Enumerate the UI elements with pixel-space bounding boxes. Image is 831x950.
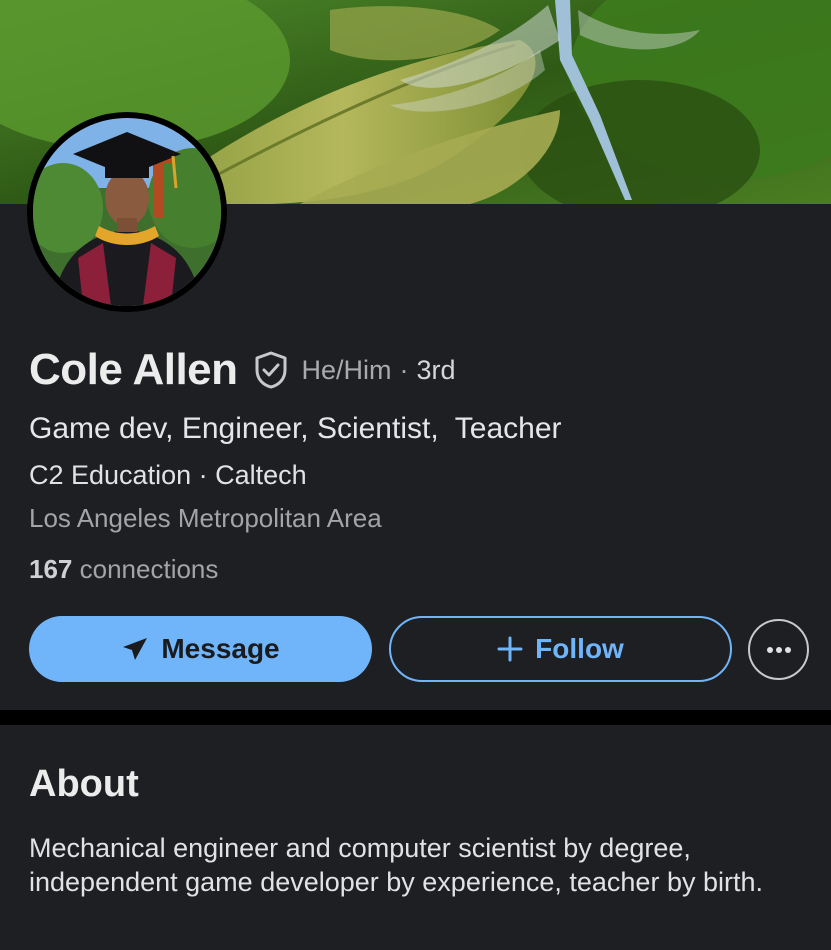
about-text[interactable]: Mechanical engineer and computer scienti… [29, 831, 789, 899]
connection-degree: 3rd [416, 354, 456, 385]
more-horizontal-icon [766, 641, 792, 659]
about-section: About Mechanical engineer and computer s… [0, 725, 831, 950]
message-button[interactable]: Message [29, 616, 372, 682]
message-button-label: Message [161, 633, 280, 664]
profile-avatar[interactable] [27, 112, 227, 312]
connections-label: connections [79, 554, 219, 584]
connections-count[interactable]: 167 connections [29, 554, 218, 585]
profile-organizations[interactable]: C2 Education · Caltech [29, 460, 307, 491]
follow-button[interactable]: Follow [389, 616, 732, 682]
follow-button-label: Follow [535, 633, 624, 664]
pronouns: He/Him [301, 354, 392, 385]
more-options-button[interactable] [748, 619, 809, 680]
about-title: About [29, 763, 139, 805]
name-row: Cole Allen He/Him · 3rd [29, 344, 456, 396]
profile-headline: Game dev, Engineer, Scientist, Teacher [29, 412, 562, 445]
plus-icon [497, 636, 523, 662]
profile-name: Cole Allen [29, 345, 238, 394]
shield-check-icon[interactable] [254, 351, 288, 389]
connections-number: 167 [29, 554, 73, 584]
profile-location: Los Angeles Metropolitan Area [29, 503, 382, 533]
paper-plane-icon [121, 636, 149, 662]
avatar-image [33, 118, 221, 306]
separator-dot: · [399, 354, 409, 385]
